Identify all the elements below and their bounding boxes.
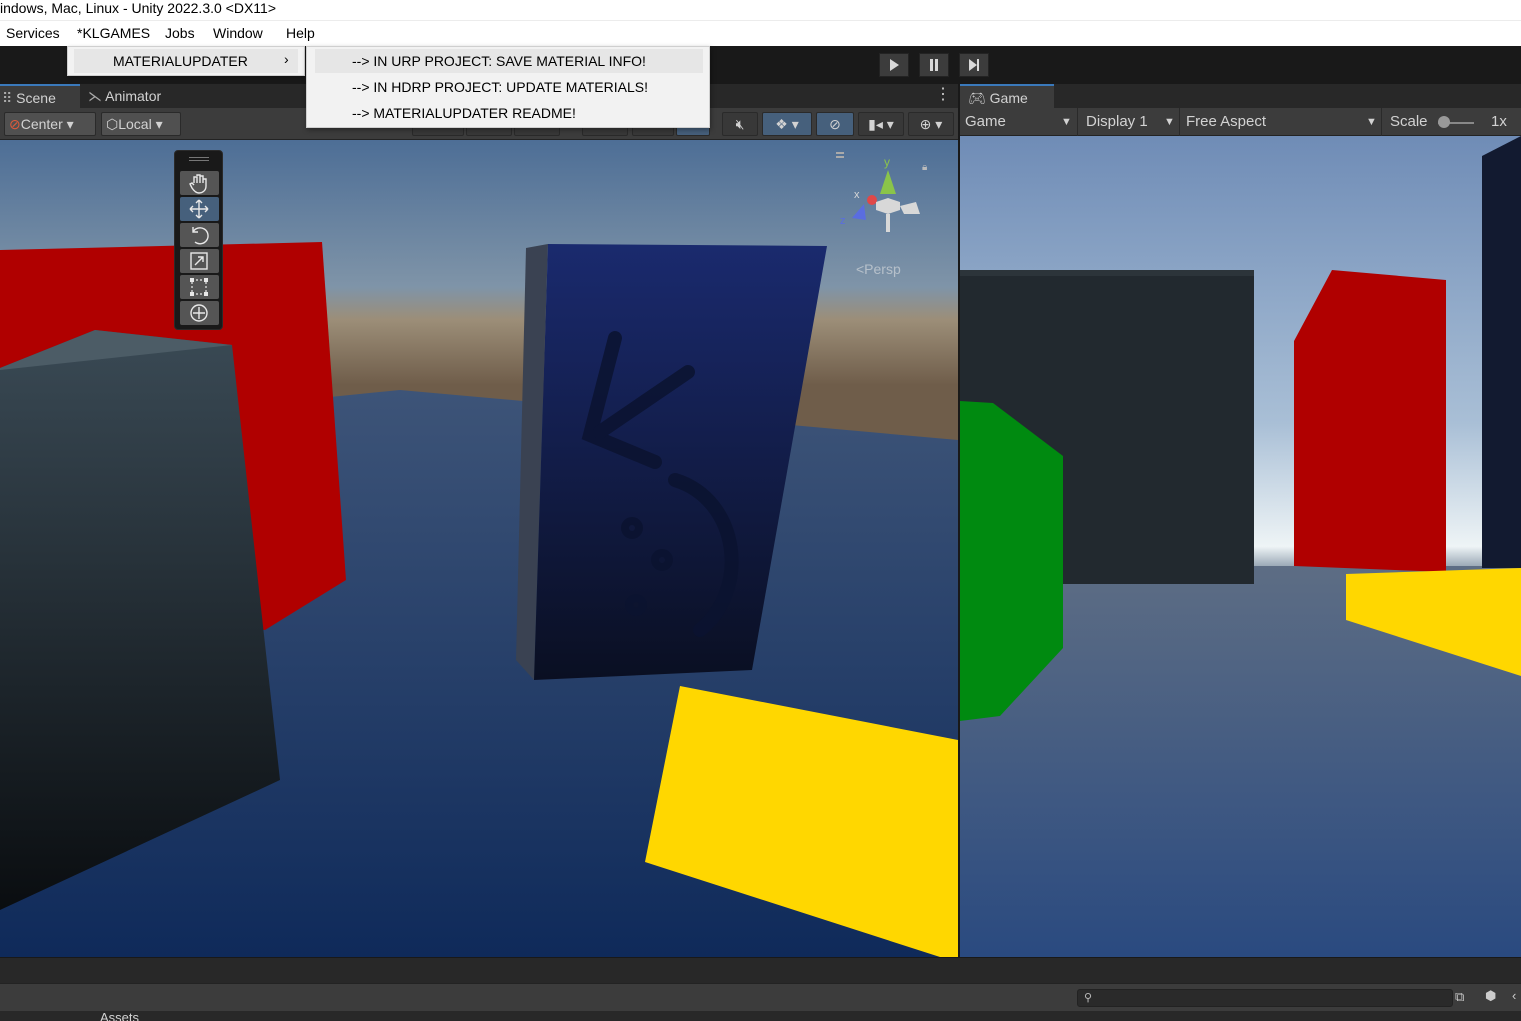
layers-icon: ❖ [775, 116, 788, 132]
camera-settings-button[interactable]: ▮◂ ▾ [858, 112, 904, 136]
project-panel-tabs: Assets [0, 1011, 1521, 1021]
game-toolbar: Game ▼ Display 1 ▼ Free Aspect ▼ Scale 1… [960, 108, 1521, 136]
scale-thumb[interactable] [1438, 116, 1450, 128]
tab-game-label: Game [989, 90, 1028, 106]
game-view-dropdown[interactable]: Game ▼ [965, 108, 1073, 136]
scale-label: Scale [1390, 113, 1428, 130]
aspect-label: Free Aspect [1186, 113, 1267, 130]
gizmos-button[interactable]: ⊕ ▾ [908, 112, 954, 136]
scale-value: 1x [1491, 113, 1507, 130]
klgames-menu: MATERIALUPDATER › [67, 46, 305, 76]
menu-window[interactable]: Window [213, 25, 263, 41]
menu-bar: Services *KLGAMES Jobs Window Help [0, 20, 1521, 46]
menu-help[interactable]: Help [286, 25, 315, 41]
animator-icon: ⋋ [88, 88, 102, 104]
menu-item-readme[interactable]: --> MATERIALUPDATER README! [315, 101, 703, 125]
transform-icon [190, 304, 208, 322]
step-icon [969, 59, 979, 71]
search-input[interactable]: ⚲ [1077, 989, 1453, 1007]
scroll-left-icon[interactable]: ‹ [1512, 988, 1516, 1003]
materialupdater-label: MATERIALUPDATER [113, 53, 248, 69]
menu-item-materialupdater[interactable]: MATERIALUPDATER › [74, 49, 298, 73]
kebab-menu-icon[interactable]: ⋮ [935, 84, 951, 106]
search-icon: ⚲ [1084, 992, 1093, 1004]
pivot-mode-dropdown[interactable]: ⊘Center ▾ [4, 112, 96, 136]
lock-icon[interactable]: 🔒︎ [922, 162, 927, 173]
lock-view-icon[interactable]: ⧉ [1455, 989, 1464, 1005]
gizmo-z-label: z [840, 215, 846, 227]
orientation-gizmo[interactable]: y x z [836, 152, 936, 272]
local-cube-icon: ⬡ [106, 116, 119, 132]
scale-slider[interactable]: Scale 1x [1381, 108, 1521, 136]
materialupdater-submenu: --> IN URP PROJECT: SAVE MATERIAL INFO! … [306, 46, 710, 128]
chevron-down-icon: ▼ [1061, 116, 1072, 128]
menu-services[interactable]: Services [6, 25, 60, 41]
menu-klgames[interactable]: *KLGAMES [77, 25, 150, 41]
game-tab-bar: 🎮︎ Game [960, 84, 1521, 108]
gamepad-icon: 🎮︎ [968, 90, 986, 106]
rect-transform-icon [190, 278, 208, 296]
tab-animator[interactable]: ⋋ Animator [88, 84, 188, 108]
tool-palette [174, 150, 223, 330]
tab-scene-label: Scene [16, 90, 56, 106]
scene-render [0, 140, 958, 957]
bottom-tab-strip [0, 957, 1521, 983]
gizmo-y-label: y [884, 155, 890, 169]
hand-tool[interactable] [180, 171, 219, 195]
display-dropdown[interactable]: Display 1 ▼ [1077, 108, 1179, 136]
game-view-label: Game [965, 113, 1006, 130]
visibility-toggle-button[interactable]: ⊘ [816, 112, 854, 136]
pivot-mode-label: Center [20, 116, 63, 132]
window-title: indows, Mac, Linux - Unity 2022.3.0 <DX1… [0, 0, 277, 16]
move-icon [189, 199, 209, 219]
transform-tool[interactable] [180, 301, 219, 325]
assets-breadcrumb[interactable]: Assets [100, 1013, 139, 1021]
gizmo-x-label: x [854, 189, 860, 201]
game-viewport[interactable] [960, 136, 1521, 957]
scale-icon [190, 252, 208, 270]
menu-jobs[interactable]: Jobs [165, 25, 195, 41]
scene-viewport[interactable]: y x z 🔒︎ <Persp [0, 140, 958, 957]
chevron-down-icon: ▼ [1366, 116, 1377, 128]
scene-icon: ⠿ [2, 90, 13, 106]
label-filter-icon[interactable]: ⬢ [1485, 988, 1496, 1004]
pause-icon [930, 59, 938, 71]
audio-toggle-button[interactable]: 🔇︎ [722, 112, 758, 136]
tab-scene[interactable]: ⠿ Scene [0, 84, 80, 108]
gizmos-icon: ⊕ [919, 116, 932, 132]
move-tool[interactable] [180, 197, 219, 221]
rotate-tool[interactable] [180, 223, 219, 247]
aspect-dropdown[interactable]: Free Aspect ▼ [1179, 108, 1379, 136]
audio-mute-icon: 🔇︎ [735, 116, 745, 132]
chevron-right-icon: › [284, 51, 289, 67]
layers-button[interactable]: ❖ ▾ [762, 112, 812, 136]
eye-hidden-icon: ⊘ [829, 116, 841, 132]
rotate-icon [192, 227, 209, 245]
display-label: Display 1 [1086, 113, 1148, 130]
play-icon [890, 59, 899, 71]
hand-icon [189, 174, 207, 194]
chevron-down-icon: ▼ [1164, 116, 1175, 128]
pivot-center-icon: ⊘ [9, 116, 21, 132]
project-toolbar: ⚲ ⧉ ⬢ ‹ [0, 983, 1521, 1011]
tab-animator-label: Animator [105, 88, 162, 104]
menu-item-save-material-info[interactable]: --> IN URP PROJECT: SAVE MATERIAL INFO! [315, 49, 703, 73]
scale-tool[interactable] [180, 249, 219, 273]
pivot-rotation-label: Local [118, 116, 152, 132]
step-button[interactable] [959, 53, 989, 77]
play-button[interactable] [879, 53, 909, 77]
palette-handle[interactable] [189, 157, 209, 158]
pivot-rotation-dropdown[interactable]: ⬡Local ▾ [101, 112, 181, 136]
rect-tool[interactable] [180, 275, 219, 299]
menu-item-update-materials[interactable]: --> IN HDRP PROJECT: UPDATE MATERIALS! [315, 75, 703, 99]
window-title-bar: indows, Mac, Linux - Unity 2022.3.0 <DX1… [0, 0, 1521, 20]
pause-button[interactable] [919, 53, 949, 77]
game-render [960, 136, 1521, 957]
projection-label[interactable]: <Persp [856, 261, 901, 277]
camera-icon: ▮◂ [868, 116, 883, 132]
tab-game[interactable]: 🎮︎ Game [960, 84, 1054, 108]
